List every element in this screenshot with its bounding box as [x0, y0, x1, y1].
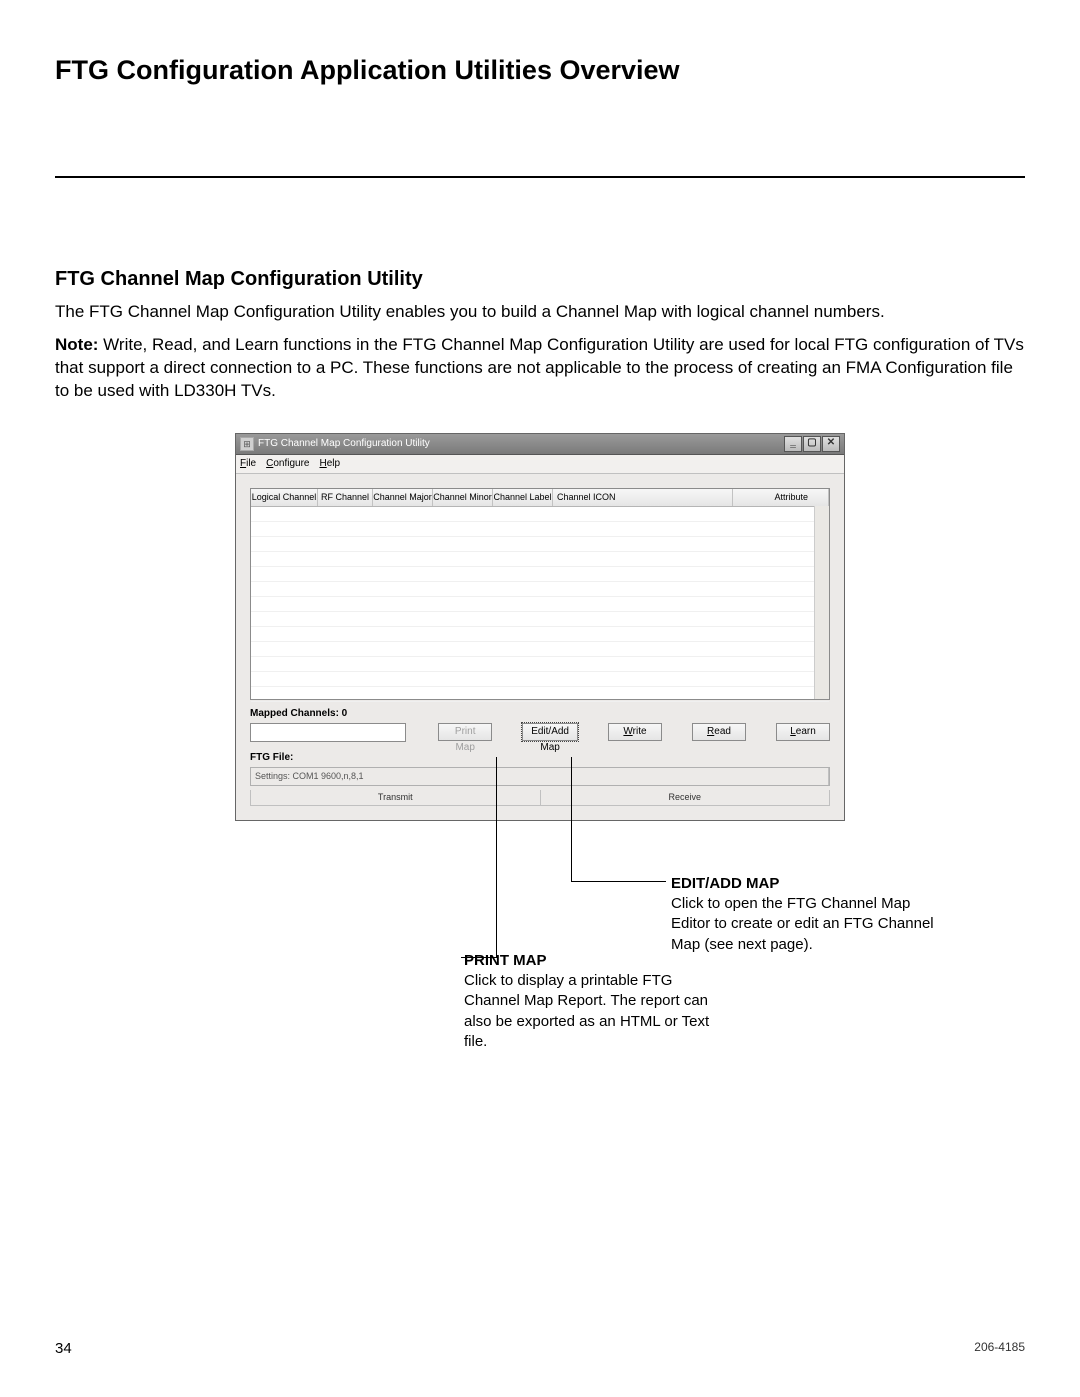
note-text: Note: Write, Read, and Learn functions i… [55, 334, 1025, 403]
progress-receive: Receive [541, 790, 831, 806]
note-label: Note: [55, 335, 98, 354]
callout-edit: EDIT/ADD MAP Click to open the FTG Chann… [671, 874, 941, 955]
print-map-button[interactable]: Print Map [438, 723, 492, 741]
maximize-button[interactable]: ▢ [803, 436, 821, 452]
menu-configure[interactable]: Configure [266, 458, 309, 469]
mapped-channels-label: Mapped Channels: 0 [250, 708, 830, 719]
leader-line-print [496, 757, 497, 957]
page-number: 34 [55, 1340, 72, 1357]
edit-add-map-button[interactable]: Edit/Add Map [522, 723, 578, 741]
table-scrollbar[interactable] [814, 506, 829, 699]
minimize-button[interactable]: ‗ [784, 436, 802, 452]
menu-file[interactable]: File [240, 458, 256, 469]
doc-number: 206-4185 [974, 1340, 1025, 1357]
write-button[interactable]: Write [608, 723, 662, 741]
col-icon[interactable]: Channel ICON [553, 489, 733, 506]
status-bar: Settings: COM1 9600,n,8,1 [250, 767, 830, 786]
learn-button[interactable]: Learn [776, 723, 830, 741]
status-settings: Settings: COM1 9600,n,8,1 [251, 768, 829, 785]
read-button[interactable]: Read [692, 723, 746, 741]
mapped-input[interactable] [250, 723, 406, 742]
leader-line-edit-v [571, 757, 572, 881]
close-button[interactable]: ✕ [822, 436, 840, 452]
col-rf[interactable]: RF Channel [318, 489, 373, 506]
callout-print-heading: PRINT MAP [464, 951, 724, 971]
note-body: Write, Read, and Learn functions in the … [55, 335, 1024, 400]
callout-print-body: Click to display a printable FTG Channel… [464, 971, 724, 1052]
leader-line-edit-h [571, 881, 666, 882]
intro-text: The FTG Channel Map Configuration Utilit… [55, 301, 1025, 324]
app-window: ⊞ FTG Channel Map Configuration Utility … [235, 433, 845, 821]
col-logical[interactable]: Logical Channel [251, 489, 318, 506]
callout-print: PRINT MAP Click to display a printable F… [464, 951, 724, 1052]
page-title: FTG Configuration Application Utilities … [55, 55, 1025, 178]
menu-help[interactable]: Help [320, 458, 341, 469]
app-icon: ⊞ [240, 437, 254, 451]
channel-table[interactable]: Logical Channel RF Channel Channel Major… [250, 488, 830, 700]
section-title: FTG Channel Map Configuration Utility [55, 268, 1025, 291]
callout-edit-heading: EDIT/ADD MAP [671, 874, 941, 894]
menu-bar: File Configure Help [236, 455, 844, 474]
title-bar: ⊞ FTG Channel Map Configuration Utility … [236, 434, 844, 455]
col-label[interactable]: Channel Label [493, 489, 553, 506]
window-title: FTG Channel Map Configuration Utility [258, 438, 430, 449]
table-body [251, 507, 829, 699]
col-major[interactable]: Channel Major [373, 489, 433, 506]
callout-edit-body: Click to open the FTG Channel Map Editor… [671, 894, 941, 955]
col-minor[interactable]: Channel Minor [433, 489, 493, 506]
col-attribute[interactable]: Attribute [733, 489, 829, 506]
table-header: Logical Channel RF Channel Channel Major… [251, 489, 829, 507]
